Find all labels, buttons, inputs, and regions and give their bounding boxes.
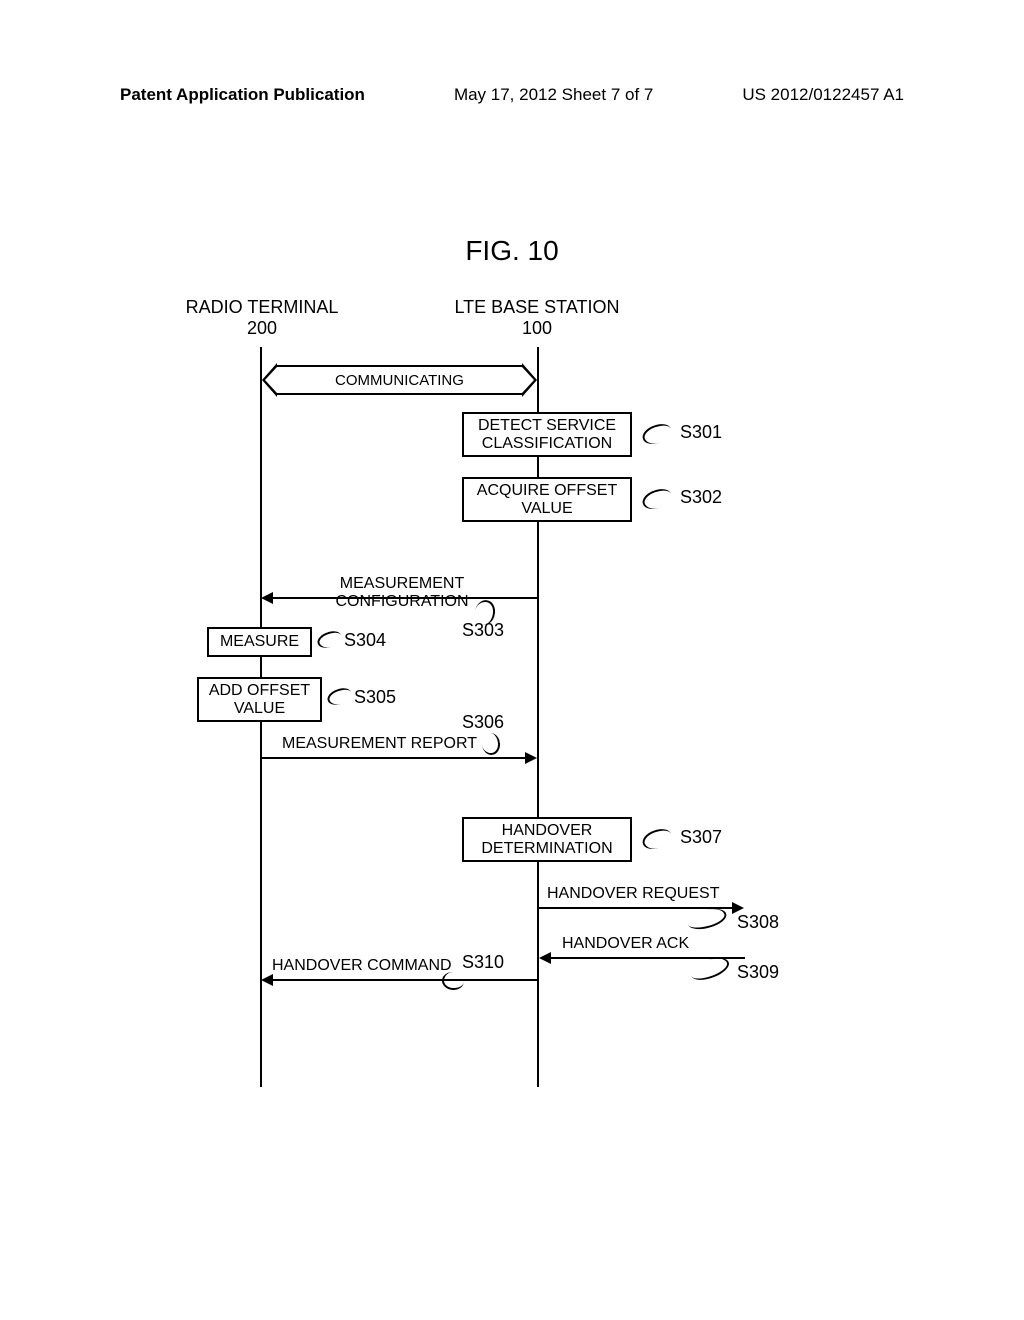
box-handover-det: HANDOVER DETERMINATION <box>462 817 632 862</box>
connector-s304 <box>315 628 344 651</box>
connector-s301 <box>640 420 674 447</box>
connector-s305 <box>325 685 354 708</box>
entity-basestation-name: LTE BASE STATION <box>442 297 632 318</box>
connector-s302 <box>640 485 674 512</box>
msg-meas-report-label: MEASUREMENT REPORT <box>282 735 512 753</box>
entity-radio-terminal: RADIO TERMINAL 200 <box>177 297 347 339</box>
step-s310: S310 <box>462 952 504 973</box>
arrow-meas-report <box>262 757 527 759</box>
line-304-305 <box>260 657 262 677</box>
step-s307: S307 <box>680 827 722 848</box>
figure-title: FIG. 10 <box>0 235 1024 267</box>
step-s304: S304 <box>344 630 386 651</box>
step-s303: S303 <box>462 620 504 641</box>
line-301-302 <box>537 457 539 477</box>
page-header: Patent Application Publication May 17, 2… <box>0 0 1024 105</box>
msg-communicating-label: COMMUNICATING <box>335 372 464 389</box>
header-center: May 17, 2012 Sheet 7 of 7 <box>454 85 653 105</box>
box-add-offset: ADD OFFSET VALUE <box>197 677 322 722</box>
step-s301: S301 <box>680 422 722 443</box>
header-right: US 2012/0122457 A1 <box>742 85 904 105</box>
box-measure: MEASURE <box>207 627 312 657</box>
sequence-diagram: RADIO TERMINAL 200 LTE BASE STATION 100 … <box>142 297 882 1087</box>
arrow-handover-cmd <box>272 979 537 981</box>
entity-terminal-id: 200 <box>177 318 347 339</box>
step-s309: S309 <box>737 962 779 983</box>
msg-communicating: COMMUNICATING <box>277 365 522 395</box>
arrowhead-handover-ack <box>539 952 551 964</box>
arrowhead-meas-report <box>525 752 537 764</box>
entity-lte-base-station: LTE BASE STATION 100 <box>442 297 632 339</box>
entity-basestation-id: 100 <box>442 318 632 339</box>
step-s306: S306 <box>462 712 504 733</box>
msg-handover-ack-label: HANDOVER ACK <box>562 935 712 953</box>
connector-s307 <box>640 825 674 852</box>
step-s302: S302 <box>680 487 722 508</box>
arrowhead-handover-cmd <box>261 974 273 986</box>
arrow-handover-req <box>539 907 734 909</box>
header-left: Patent Application Publication <box>120 85 365 105</box>
step-s308: S308 <box>737 912 779 933</box>
arrowhead-meas-config <box>261 592 273 604</box>
step-s305: S305 <box>354 687 396 708</box>
arrow-meas-config <box>272 597 537 599</box>
msg-handover-cmd-label: HANDOVER COMMAND <box>272 957 462 975</box>
box-detect-service: DETECT SERVICE CLASSIFICATION <box>462 412 632 457</box>
entity-terminal-name: RADIO TERMINAL <box>177 297 347 318</box>
connector-s308 <box>685 905 728 933</box>
msg-handover-req-label: HANDOVER REQUEST <box>547 885 737 903</box>
box-acquire-offset: ACQUIRE OFFSET VALUE <box>462 477 632 522</box>
